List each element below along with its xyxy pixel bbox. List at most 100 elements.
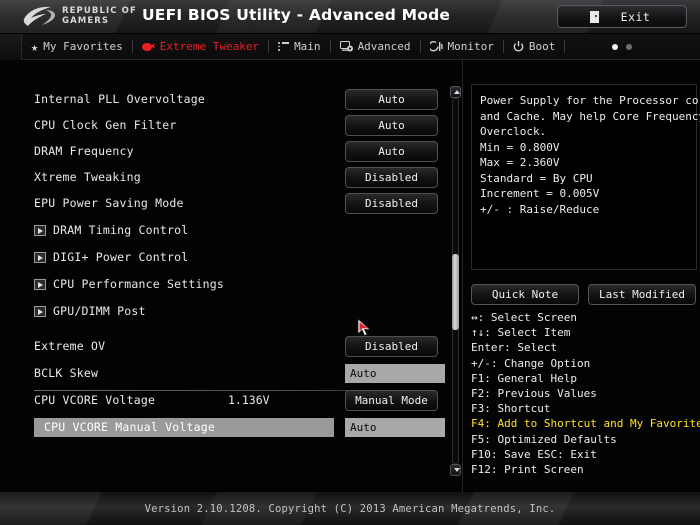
setting-label: CPU VCORE Manual Voltage bbox=[44, 420, 215, 434]
nav-item-advanced[interactable]: Advanced bbox=[331, 34, 420, 60]
nav-item-label: Advanced bbox=[358, 40, 411, 53]
help-action-buttons: Quick Note Last Modified bbox=[471, 284, 697, 305]
settings-list: Internal PLL Overvoltage Auto CPU Clock … bbox=[0, 60, 448, 492]
setting-label: GPU/DIMM Post bbox=[53, 304, 146, 318]
tweaker-icon bbox=[142, 42, 155, 52]
monitor-gear-icon bbox=[340, 41, 353, 52]
hotkey-line-highlighted: F4: Add to Shortcut and My Favorites bbox=[471, 416, 700, 431]
setting-row-cpu-vcore-voltage[interactable]: CPU VCORE Voltage 1.136V Manual Mode bbox=[0, 387, 448, 413]
hotkey-legend: ↔: Select Screen ↑↓: Select Item Enter: … bbox=[471, 310, 700, 477]
setting-value-button[interactable]: Disabled bbox=[345, 336, 438, 357]
setting-label: Internal PLL Overvoltage bbox=[34, 92, 205, 106]
nav-divider bbox=[564, 40, 565, 53]
setting-value-button[interactable]: Auto bbox=[345, 141, 438, 162]
nav-item-label: Main bbox=[294, 40, 321, 53]
nav-item-extreme-tweaker[interactable]: Extreme Tweaker bbox=[133, 34, 268, 60]
setting-row-cpu-performance-settings[interactable]: CPU Performance Settings bbox=[0, 271, 448, 297]
setting-label: CPU Performance Settings bbox=[53, 277, 224, 291]
help-line: Power Supply for the Processor cores bbox=[480, 93, 690, 109]
help-line: Overclock. bbox=[480, 124, 690, 140]
setting-row-extreme-ov[interactable]: Extreme OV Disabled bbox=[0, 333, 448, 359]
footer-bar: Version 2.10.1208. Copyright (C) 2013 Am… bbox=[0, 492, 700, 525]
help-line: and Cache. May help Core Frequency bbox=[480, 109, 690, 125]
hotkey-line: F3: Shortcut bbox=[471, 401, 700, 416]
nav-item-monitor[interactable]: Monitor bbox=[421, 34, 503, 60]
setting-row-epu-power-saving-mode[interactable]: EPU Power Saving Mode Disabled bbox=[0, 190, 448, 216]
setting-row-internal-pll-overvoltage[interactable]: Internal PLL Overvoltage Auto bbox=[0, 86, 448, 112]
setting-row-gpu-dimm-post[interactable]: GPU/DIMM Post bbox=[0, 298, 448, 324]
help-line: Standard = By CPU bbox=[480, 171, 690, 187]
setting-row-cpu-clock-gen-filter[interactable]: CPU Clock Gen Filter Auto bbox=[0, 112, 448, 138]
footer-version-text: Version 2.10.1208. Copyright (C) 2013 Am… bbox=[145, 503, 556, 515]
help-line: Increment = 0.005V bbox=[480, 186, 690, 202]
nav-dot-2[interactable] bbox=[626, 44, 632, 50]
settings-scrollbar[interactable] bbox=[449, 86, 462, 476]
rog-eye-logo-icon bbox=[22, 6, 56, 27]
last-modified-button[interactable]: Last Modified bbox=[588, 284, 696, 305]
power-icon bbox=[513, 41, 524, 52]
setting-value-field[interactable]: Auto bbox=[345, 418, 445, 437]
exit-button-label: Exit bbox=[621, 10, 651, 24]
mouse-pointer-icon bbox=[357, 318, 373, 337]
nav-item-label: Monitor bbox=[448, 40, 494, 53]
rog-brand-line1: REPUBLIC OF bbox=[62, 6, 137, 16]
setting-label: Xtreme Tweaking bbox=[34, 170, 141, 184]
setting-row-dram-timing-control[interactable]: DRAM Timing Control bbox=[0, 217, 448, 243]
help-panel: Power Supply for the Processor cores and… bbox=[462, 60, 700, 492]
scroll-down-button[interactable] bbox=[450, 464, 461, 476]
hotkey-line: Enter: Select bbox=[471, 340, 700, 355]
nav-pagination-dots[interactable] bbox=[612, 44, 700, 50]
setting-row-dram-frequency[interactable]: DRAM Frequency Auto bbox=[0, 138, 448, 164]
submenu-arrow-icon bbox=[34, 306, 46, 317]
hotkey-line: ↔: Select Screen bbox=[471, 310, 700, 325]
help-line: Max = 2.360V bbox=[480, 155, 690, 171]
scrollbar-thumb[interactable] bbox=[452, 254, 459, 330]
monitor-signal-icon bbox=[430, 41, 443, 52]
star-icon: ★ bbox=[31, 41, 38, 53]
main-nav: ★ My Favorites Extreme Tweaker Main bbox=[0, 34, 700, 60]
setting-value-button[interactable]: Disabled bbox=[345, 193, 438, 214]
quick-note-button[interactable]: Quick Note bbox=[471, 284, 579, 305]
nav-item-my-favorites[interactable]: ★ My Favorites bbox=[22, 34, 132, 60]
title-bar: REPUBLIC OF GAMERS UEFI BIOS Utility - A… bbox=[0, 0, 700, 34]
nav-left-notch bbox=[0, 34, 22, 60]
setting-value-field[interactable]: Auto bbox=[345, 364, 445, 383]
hotkey-line: ↑↓: Select Item bbox=[471, 325, 700, 340]
submenu-arrow-icon bbox=[34, 279, 46, 290]
help-line: Min = 0.800V bbox=[480, 140, 690, 156]
rog-brand-text: REPUBLIC OF GAMERS bbox=[62, 7, 137, 26]
submenu-arrow-icon bbox=[34, 225, 46, 236]
exit-door-icon bbox=[590, 11, 599, 23]
setting-value-button[interactable]: Manual Mode bbox=[345, 390, 438, 411]
setting-label: BCLK Skew bbox=[34, 366, 98, 380]
setting-row-digi-power-control[interactable]: DIGI+ Power Control bbox=[0, 244, 448, 270]
setting-label: CPU Clock Gen Filter bbox=[34, 118, 176, 132]
nav-item-label: Boot bbox=[529, 40, 556, 53]
setting-label: DRAM Frequency bbox=[34, 144, 134, 158]
setting-row-xtreme-tweaking[interactable]: Xtreme Tweaking Disabled bbox=[0, 164, 448, 190]
nav-item-label: Extreme Tweaker bbox=[160, 40, 259, 53]
scroll-up-button[interactable] bbox=[450, 86, 461, 98]
setting-value-button[interactable]: Auto bbox=[345, 115, 438, 136]
setting-row-cpu-vcore-manual-voltage[interactable]: CPU VCORE Manual Voltage Auto bbox=[0, 414, 448, 440]
hotkey-line: +/-: Change Option bbox=[471, 356, 700, 371]
nav-item-main[interactable]: Main bbox=[269, 34, 330, 60]
rog-brand-line2: GAMERS bbox=[62, 16, 109, 26]
content-area: Internal PLL Overvoltage Auto CPU Clock … bbox=[0, 60, 700, 492]
exit-button[interactable]: Exit bbox=[557, 5, 687, 28]
setting-current-value: 1.136V bbox=[228, 393, 270, 407]
nav-item-label: My Favorites bbox=[43, 40, 122, 53]
setting-label: EPU Power Saving Mode bbox=[34, 196, 184, 210]
list-icon bbox=[278, 42, 289, 51]
nav-item-boot[interactable]: Boot bbox=[504, 34, 565, 60]
page-title: UEFI BIOS Utility - Advanced Mode bbox=[142, 6, 450, 24]
hotkey-line: F10: Save ESC: Exit bbox=[471, 447, 700, 462]
setting-value-button[interactable]: Auto bbox=[345, 89, 438, 110]
setting-label: Extreme OV bbox=[34, 339, 105, 353]
nav-dot-1[interactable] bbox=[612, 44, 618, 50]
rog-logo: REPUBLIC OF GAMERS bbox=[22, 6, 137, 27]
setting-row-bclk-skew[interactable]: BCLK Skew Auto bbox=[0, 360, 448, 386]
setting-value-button[interactable]: Disabled bbox=[345, 167, 438, 188]
setting-label: DIGI+ Power Control bbox=[53, 250, 188, 264]
help-line: +/- : Raise/Reduce bbox=[480, 202, 690, 218]
